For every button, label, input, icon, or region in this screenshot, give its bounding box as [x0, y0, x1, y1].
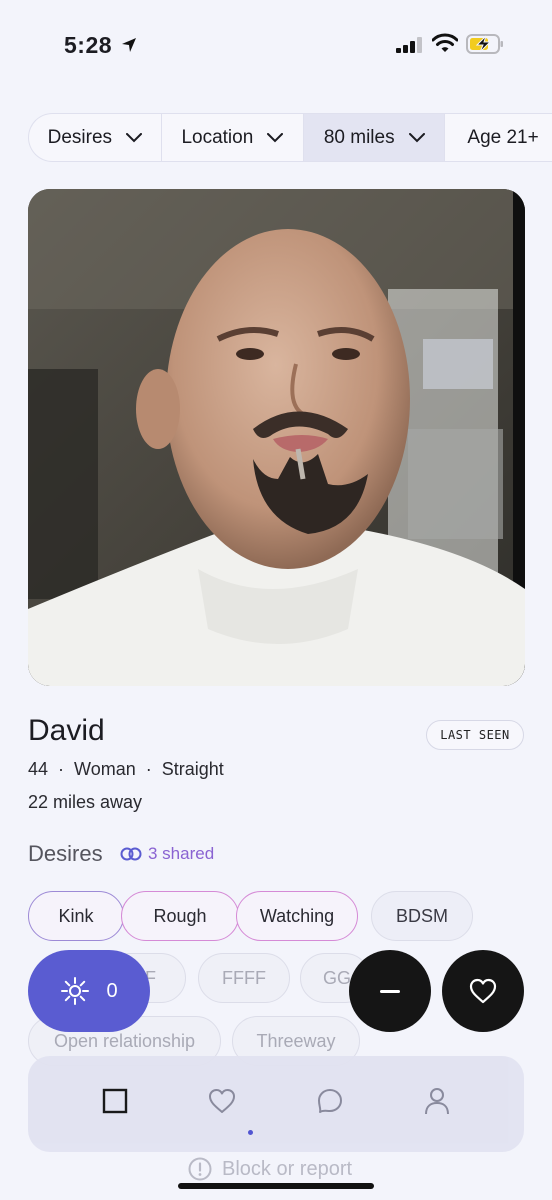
- tab-browse[interactable]: [100, 1086, 130, 1116]
- tab-chats[interactable]: [315, 1086, 345, 1116]
- filter-bar: Desires Location 80 miles Age 21+: [28, 113, 552, 162]
- desire-tag: BDSM: [371, 891, 473, 941]
- tab-profile[interactable]: [422, 1086, 452, 1116]
- profile-photo[interactable]: [28, 189, 525, 686]
- likes-count: 0: [106, 979, 118, 1002]
- location-arrow-icon: [122, 38, 136, 52]
- profile-age: 44: [28, 759, 49, 779]
- like-button[interactable]: [442, 950, 524, 1032]
- shared-desires-label: 3 shared: [148, 844, 215, 863]
- desires-title: Desires: [28, 841, 103, 866]
- wifi-icon: [432, 33, 458, 52]
- profile-distance: 22 miles away: [28, 792, 143, 812]
- filter-location-label: Location: [181, 126, 254, 148]
- filter-desires-label: Desires: [47, 126, 113, 148]
- linked-rings-icon: [120, 847, 142, 861]
- square-icon: [102, 1088, 128, 1114]
- battery-charging-icon: [466, 34, 503, 54]
- tab-bar: [28, 1056, 524, 1152]
- pass-button[interactable]: [349, 950, 431, 1032]
- filter-distance-label: 80 miles: [323, 126, 395, 148]
- profile-name: David: [28, 714, 105, 747]
- chevron-down-icon: [408, 132, 425, 142]
- profile-icon: [425, 1088, 449, 1115]
- desire-tag: Rough: [121, 891, 239, 941]
- chevron-down-icon: [267, 132, 284, 142]
- block-report-link[interactable]: Block or report: [188, 1157, 352, 1181]
- home-indicator[interactable]: [178, 1183, 374, 1189]
- desire-tag: FFFF: [198, 953, 290, 1003]
- chat-icon: [318, 1089, 342, 1113]
- heart-icon: [469, 978, 497, 1004]
- desire-tag: Kink: [28, 891, 124, 941]
- separator-dot: ·: [58, 759, 65, 779]
- filter-location[interactable]: Location: [162, 114, 305, 161]
- block-report-label: Block or report: [222, 1157, 353, 1180]
- shared-desires: 3 shared: [120, 844, 214, 864]
- filter-age[interactable]: Age 21+: [445, 114, 552, 161]
- status-time: 5:28: [64, 32, 113, 58]
- heart-icon: [209, 1089, 235, 1113]
- filter-distance[interactable]: 80 miles: [304, 114, 446, 161]
- sparkle-icon: [61, 977, 90, 1005]
- filter-age-label: Age 21+: [467, 126, 539, 148]
- profile-photo-image: [28, 189, 525, 686]
- profile-gender: Woman: [74, 759, 136, 779]
- active-tab-indicator: [248, 1130, 253, 1135]
- filter-desires[interactable]: Desires: [29, 114, 162, 161]
- chevron-down-icon: [126, 132, 143, 142]
- profile-orientation: Straight: [161, 759, 224, 779]
- profile-meta: 44 · Woman · Straight: [28, 759, 224, 780]
- minus-icon: [380, 989, 400, 993]
- likes-button[interactable]: 0: [28, 950, 150, 1032]
- status-bar: 5:28: [0, 0, 552, 90]
- info-icon: [188, 1157, 212, 1181]
- desire-tag: Watching: [236, 891, 358, 941]
- cellular-signal-icon: [396, 37, 422, 53]
- tab-likes[interactable]: [207, 1086, 237, 1116]
- last-seen-badge: LAST SEEN: [426, 720, 524, 750]
- separator-dot: ·: [145, 759, 152, 779]
